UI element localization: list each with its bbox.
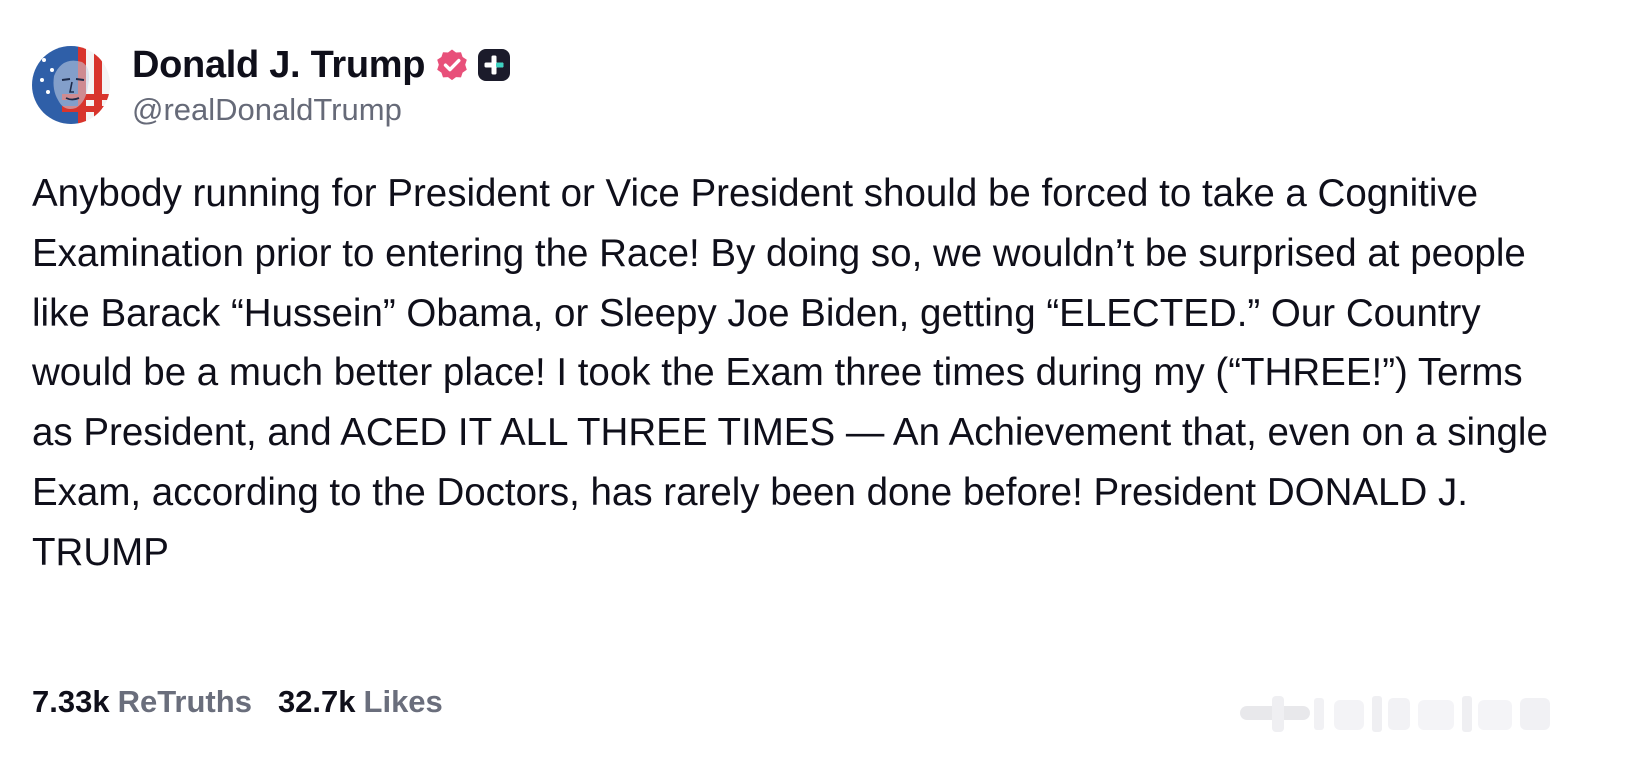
- likes-count: 32.7k: [277, 684, 356, 719]
- name-row: Donald J. Trump: [132, 42, 511, 88]
- likes-link[interactable]: Likes: [364, 684, 443, 720]
- verified-badge-icon: [437, 49, 468, 81]
- author-handle[interactable]: @realDonaldTrump: [132, 92, 511, 128]
- avatar[interactable]: [32, 46, 110, 124]
- retruths-link[interactable]: ReTruths: [118, 684, 252, 720]
- post-body-text: Anybody running for President or Vice Pr…: [32, 172, 1559, 574]
- truth-post: Donald J. Trump @realDonaldTrump Anybody…: [0, 0, 1640, 780]
- watermark-logo-icon: [1240, 696, 1550, 732]
- author-names: Donald J. Trump @realDonaldTrump: [132, 42, 511, 128]
- plus-badge-icon: [478, 49, 511, 81]
- avatar-portrait-flag-icon: [32, 46, 110, 124]
- retruths-count: 7.33k: [32, 684, 110, 719]
- post-stats: 7.33k ReTruths 32.7k Likes: [32, 684, 443, 720]
- display-name[interactable]: Donald J. Trump: [132, 44, 426, 87]
- post-header: Donald J. Trump @realDonaldTrump: [32, 42, 511, 128]
